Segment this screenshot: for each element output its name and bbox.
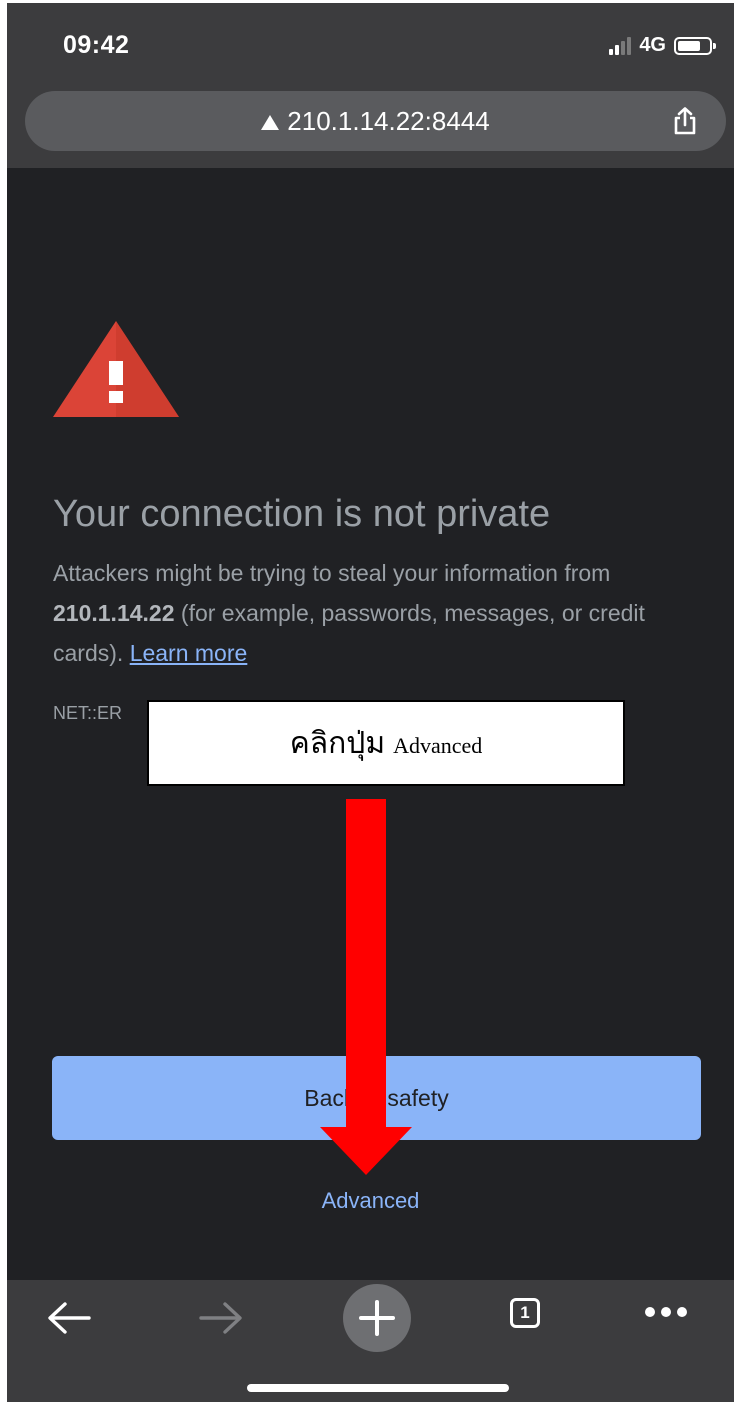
home-indicator[interactable] bbox=[247, 1384, 509, 1392]
error-warning-icon bbox=[53, 321, 179, 417]
not-secure-warning-icon bbox=[261, 114, 280, 130]
callout-english-text: Advanced bbox=[393, 733, 483, 758]
callout-thai-text: คลิกปุ่ม bbox=[289, 725, 386, 761]
page-title: Your connection is not private bbox=[53, 493, 551, 535]
instruction-callout: คลิกปุ่ม Advanced bbox=[147, 700, 625, 786]
tab-switcher-button[interactable]: 1 bbox=[510, 1298, 540, 1328]
error-code: NET::ER bbox=[53, 703, 123, 723]
phone-screen: 09:42 4G 210.1.14.22:8444 Your connectio… bbox=[7, 3, 734, 1402]
status-indicators: 4G bbox=[609, 34, 716, 57]
battery-icon bbox=[674, 36, 716, 55]
description-prefix: Attackers might be trying to steal your … bbox=[53, 560, 611, 586]
host-name: 210.1.14.22 bbox=[53, 600, 175, 626]
back-arrow-icon[interactable] bbox=[45, 1300, 93, 1336]
back-to-safety-button[interactable]: Back to safety bbox=[52, 1056, 701, 1140]
address-bar-content: 210.1.14.22:8444 bbox=[25, 91, 726, 151]
url-text: 210.1.14.22:8444 bbox=[287, 105, 490, 136]
forward-arrow-icon[interactable] bbox=[197, 1300, 245, 1336]
status-time: 09:42 bbox=[63, 31, 130, 59]
warning-description: Attackers might be trying to steal your … bbox=[53, 553, 703, 673]
browser-top-chrome: 09:42 4G 210.1.14.22:8444 bbox=[7, 3, 734, 168]
address-bar[interactable]: 210.1.14.22:8444 bbox=[25, 91, 726, 151]
advanced-button[interactable]: Advanced bbox=[7, 1188, 734, 1214]
share-icon[interactable] bbox=[670, 106, 700, 136]
network-type: 4G bbox=[639, 34, 666, 56]
learn-more-link[interactable]: Learn more bbox=[130, 640, 248, 666]
signal-icon bbox=[609, 36, 632, 55]
more-menu-icon[interactable] bbox=[645, 1307, 687, 1317]
plus-icon bbox=[359, 1300, 395, 1336]
new-tab-button[interactable] bbox=[343, 1284, 411, 1352]
